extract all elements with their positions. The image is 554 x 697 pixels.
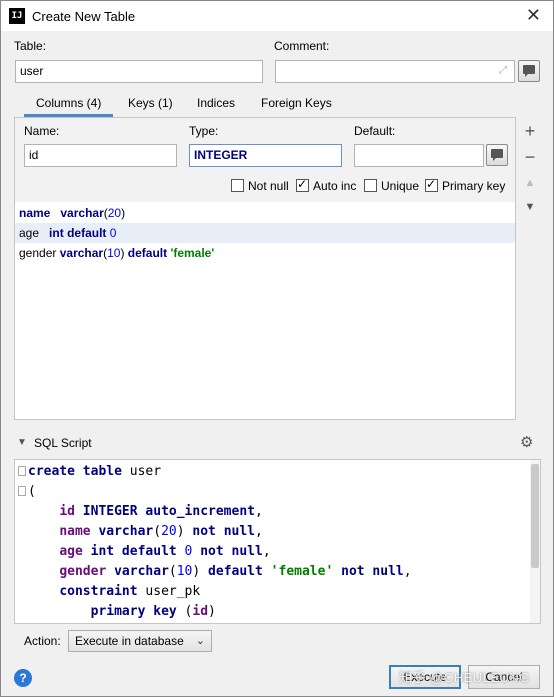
fold-marker-icon[interactable] xyxy=(18,486,26,496)
column-name-label: Name: xyxy=(24,124,60,138)
create-table-dialog: IJ Create New Table ✕ Table: user Commen… xyxy=(0,0,554,697)
vertical-scrollbar[interactable] xyxy=(530,460,540,623)
auto-inc-checkbox[interactable]: Auto inc xyxy=(296,177,357,193)
comment-editor-button[interactable] xyxy=(518,60,540,82)
unique-label: Unique xyxy=(381,179,420,193)
fold-marker-icon[interactable] xyxy=(18,466,26,476)
dialog-title: Create New Table xyxy=(32,9,136,24)
sql-script-editor[interactable]: create table user ( id INTEGER auto_incr… xyxy=(14,459,541,624)
scrollbar-thumb[interactable] xyxy=(531,464,539,568)
move-down-icon[interactable]: ▼ xyxy=(523,201,537,213)
column-type: int xyxy=(49,226,64,240)
tab-columns[interactable]: Columns (4) xyxy=(23,93,114,117)
column-type: varchar xyxy=(60,206,104,220)
tab-keys[interactable]: Keys (1) xyxy=(128,93,173,117)
checkbox-box xyxy=(364,179,377,192)
action-label: Action: xyxy=(24,634,61,648)
close-icon[interactable]: ✕ xyxy=(526,5,541,25)
table-name-input[interactable]: user xyxy=(15,60,263,83)
speech-bubble-icon xyxy=(491,149,503,161)
column-size: 10 xyxy=(107,246,121,260)
column-editor-form: Name: id Type: INTEGER Default: Not null… xyxy=(15,118,515,202)
column-default-value: 'female' xyxy=(170,246,215,260)
gear-icon[interactable]: ⚙ xyxy=(520,433,533,451)
column-name: gender xyxy=(19,246,57,260)
column-toolbar: + − ▲ ▼ xyxy=(517,117,541,420)
sql-code: create table user ( id INTEGER auto_incr… xyxy=(28,464,412,619)
title-bar: IJ Create New Table ✕ xyxy=(1,1,553,31)
collapse-icon[interactable]: ▼ xyxy=(17,437,27,448)
column-default-value: 0 xyxy=(109,226,117,240)
checkbox-box xyxy=(231,179,244,192)
watermark: 知乎 @CHEULEUNG xyxy=(399,670,530,685)
column-type-input[interactable]: INTEGER xyxy=(189,144,342,167)
column-name: age xyxy=(19,226,40,240)
action-select[interactable]: Execute in database ⌄ xyxy=(68,630,212,652)
default-editor-button[interactable] xyxy=(486,144,508,166)
sql-line-1-rest: user xyxy=(129,464,162,479)
primary-key-label: Primary key xyxy=(442,179,506,193)
not-null-label: Not null xyxy=(248,179,289,193)
column-name-input[interactable]: id xyxy=(24,144,177,167)
column-row-age[interactable]: age int default 0 xyxy=(15,223,515,243)
chevron-down-icon: ⌄ xyxy=(195,635,205,647)
column-row-name[interactable]: name varchar(20) xyxy=(15,203,515,223)
column-type-label: Type: xyxy=(189,124,219,138)
checkbox-box xyxy=(296,177,309,192)
speech-bubble-icon xyxy=(523,65,535,77)
column-size: 20 xyxy=(107,206,122,220)
columns-panel: Name: id Type: INTEGER Default: Not null… xyxy=(14,117,516,420)
intellij-app-icon: IJ xyxy=(9,8,25,24)
help-icon[interactable]: ? xyxy=(14,669,32,687)
column-default-label: Default: xyxy=(354,124,396,138)
column-type: varchar xyxy=(59,246,104,260)
move-up-icon[interactable]: ▲ xyxy=(523,177,537,189)
tab-indices[interactable]: Indices xyxy=(197,93,235,117)
primary-key-checkbox[interactable]: Primary key xyxy=(425,177,506,193)
column-row-gender[interactable]: gender varchar(10) default 'female' xyxy=(15,243,515,263)
sql-script-title: SQL Script xyxy=(34,436,92,450)
action-selected-value: Execute in database xyxy=(75,634,184,648)
comment-label: Comment: xyxy=(274,39,330,53)
not-null-checkbox[interactable]: Not null xyxy=(231,179,289,193)
auto-inc-label: Auto inc xyxy=(313,179,357,193)
column-default-keyword: default xyxy=(127,246,168,260)
add-column-icon[interactable]: + xyxy=(523,121,537,142)
checkbox-box xyxy=(425,177,438,192)
column-default-keyword: default xyxy=(67,226,107,240)
column-default-input[interactable] xyxy=(354,144,484,167)
tab-foreign-keys[interactable]: Foreign Keys xyxy=(261,93,332,117)
comment-input[interactable] xyxy=(275,60,515,83)
table-label: Table: xyxy=(14,39,47,53)
sql-script-header[interactable]: ▼ SQL Script ⚙ xyxy=(15,433,540,455)
unique-checkbox[interactable]: Unique xyxy=(364,179,419,193)
column-name: name xyxy=(19,206,51,220)
remove-column-icon[interactable]: − xyxy=(523,147,537,168)
